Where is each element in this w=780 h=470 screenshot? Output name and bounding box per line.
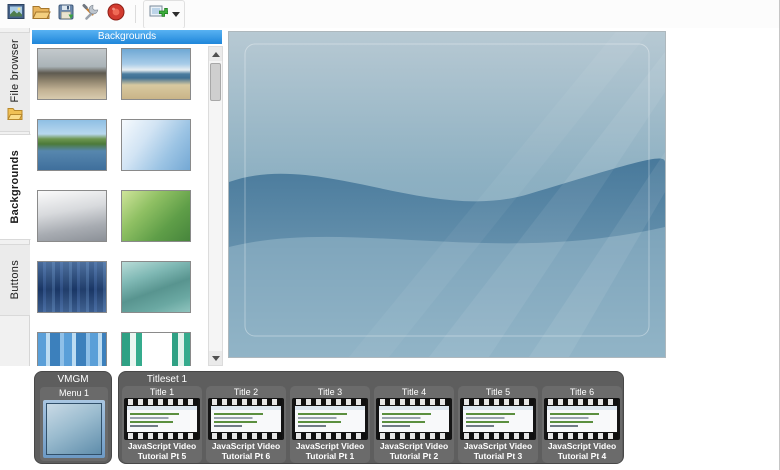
video-frame-thumbnail — [127, 406, 197, 432]
background-thumbnail[interactable] — [121, 119, 191, 171]
backgrounds-panel: Backgrounds — [31, 28, 226, 366]
title-caption: JavaScript Video Tutorial Pt 4 — [547, 441, 617, 461]
filmstrip-sprocket-holes — [378, 433, 450, 439]
scroll-up-button[interactable] — [209, 47, 222, 61]
sidebar-tab-backgrounds[interactable]: Backgrounds — [0, 134, 31, 240]
new-project-button[interactable] — [3, 2, 28, 27]
video-frame-thumbnail — [295, 406, 365, 432]
folder-icon — [7, 107, 23, 125]
filmstrip-sprocket-holes — [546, 399, 618, 405]
settings-wrench-icon — [81, 2, 101, 27]
title-filmstrip-thumbnail — [544, 398, 620, 440]
filmstrip-sprocket-holes — [126, 399, 198, 405]
filmstrip-sprocket-holes — [210, 399, 282, 405]
background-thumbnail[interactable] — [37, 261, 107, 313]
open-project-button[interactable] — [28, 2, 53, 27]
title-filmstrip-thumbnail — [124, 398, 200, 440]
toolbar-separator — [135, 5, 136, 23]
title-item[interactable]: Title 5 JavaScript Video Tutorial Pt 3 — [458, 386, 538, 463]
arrow-down-icon — [211, 355, 220, 361]
add-menu-object-button[interactable] — [143, 0, 185, 29]
video-frame-thumbnail — [211, 406, 281, 432]
filmstrip-sprocket-holes — [546, 433, 618, 439]
sidebar-tabstrip: File browser Backgrounds Buttons — [0, 28, 31, 366]
titleset-group-label: Titleset 1 — [146, 374, 188, 385]
titles-row: Title 1 JavaScript Video Tutorial Pt 5 T… — [122, 386, 622, 463]
background-thumbnail[interactable] — [37, 48, 107, 100]
title-label: Title 3 — [317, 387, 343, 397]
title-item[interactable]: Title 1 JavaScript Video Tutorial Pt 5 — [122, 386, 202, 463]
backgrounds-panel-header: Backgrounds — [32, 30, 222, 44]
tab-label: Buttons — [9, 260, 21, 300]
arrow-up-icon — [211, 51, 220, 57]
background-thumbnail[interactable] — [121, 48, 191, 100]
menu-background-preview[interactable] — [228, 31, 666, 358]
new-project-icon — [6, 2, 26, 27]
scrollbar-thumb[interactable] — [210, 63, 221, 101]
video-frame-thumbnail — [547, 406, 617, 432]
sidebar-tab-file-browser[interactable]: File browser — [0, 32, 30, 132]
dvd-authoring-window: File browser Backgrounds Buttons Backgro… — [0, 0, 780, 470]
title-caption: JavaScript Video Tutorial Pt 1 — [295, 441, 365, 461]
add-menu-object-icon — [148, 2, 169, 27]
video-frame-thumbnail — [463, 406, 533, 432]
title-structure-bar: VMGM Menu 1 Titleset 1 Title 1 JavaScrip… — [0, 366, 779, 470]
burn-disc-icon — [106, 2, 126, 27]
filmstrip-sprocket-holes — [378, 399, 450, 405]
filmstrip-sprocket-holes — [294, 399, 366, 405]
title-filmstrip-thumbnail — [208, 398, 284, 440]
tab-label: Backgrounds — [9, 150, 21, 224]
title-label: Title 6 — [569, 387, 595, 397]
open-project-icon — [31, 2, 51, 27]
filmstrip-sprocket-holes — [126, 433, 198, 439]
save-project-button[interactable] — [53, 2, 78, 27]
vmgm-group-label: VMGM — [57, 374, 89, 385]
filmstrip-sprocket-holes — [462, 399, 534, 405]
background-thumbnail[interactable] — [121, 190, 191, 242]
title-item[interactable]: Title 2 JavaScript Video Tutorial Pt 6 — [206, 386, 286, 463]
menu-editor-canvas[interactable] — [226, 28, 779, 366]
title-caption: JavaScript Video Tutorial Pt 5 — [127, 441, 197, 461]
title-caption: JavaScript Video Tutorial Pt 6 — [211, 441, 281, 461]
titleset-group: Titleset 1 Title 1 JavaScript Video Tuto… — [118, 371, 624, 464]
title-caption: JavaScript Video Tutorial Pt 3 — [463, 441, 533, 461]
background-thumbnail[interactable] — [37, 190, 107, 242]
title-label: Title 5 — [485, 387, 511, 397]
vmgm-group: VMGM Menu 1 — [34, 371, 112, 464]
video-frame-thumbnail — [379, 406, 449, 432]
menu-item-label: Menu 1 — [58, 388, 90, 398]
background-thumbnail[interactable] — [121, 261, 191, 313]
title-item[interactable]: Title 4 JavaScript Video Tutorial Pt 2 — [374, 386, 454, 463]
title-filmstrip-thumbnail — [376, 398, 452, 440]
menu-selection-highlight — [43, 400, 105, 458]
scroll-down-button[interactable] — [209, 351, 222, 365]
title-item[interactable]: Title 6 JavaScript Video Tutorial Pt 4 — [542, 386, 622, 463]
sidebar-tab-buttons[interactable]: Buttons — [0, 244, 30, 316]
save-project-icon — [56, 2, 76, 27]
title-caption: JavaScript Video Tutorial Pt 2 — [379, 441, 449, 461]
settings-button[interactable] — [78, 2, 103, 27]
burn-button[interactable] — [103, 2, 128, 27]
filmstrip-sprocket-holes — [462, 433, 534, 439]
title-item[interactable]: Title 3 JavaScript Video Tutorial Pt 1 — [290, 386, 370, 463]
backgrounds-thumbnail-grid — [37, 48, 193, 366]
main-toolbar — [0, 0, 779, 29]
title-label: Title 1 — [149, 387, 175, 397]
background-thumbnail[interactable] — [37, 119, 107, 171]
title-label: Title 2 — [233, 387, 259, 397]
filmstrip-sprocket-holes — [294, 433, 366, 439]
title-filmstrip-thumbnail — [460, 398, 536, 440]
filmstrip-sprocket-holes — [210, 433, 282, 439]
menu-thumbnail — [46, 403, 102, 455]
background-thumbnail[interactable] — [37, 332, 107, 366]
backgrounds-scrollbar[interactable] — [208, 46, 223, 366]
title-label: Title 4 — [401, 387, 427, 397]
chevron-down-icon — [172, 11, 180, 17]
tab-label: File browser — [9, 38, 21, 103]
background-thumbnail[interactable] — [121, 332, 191, 366]
menu-item[interactable]: Menu 1 — [40, 387, 108, 461]
title-filmstrip-thumbnail — [292, 398, 368, 440]
